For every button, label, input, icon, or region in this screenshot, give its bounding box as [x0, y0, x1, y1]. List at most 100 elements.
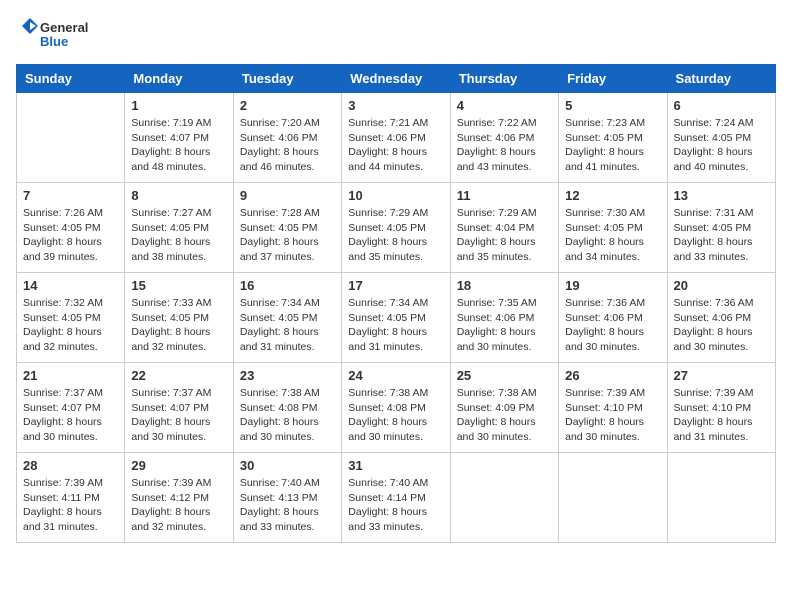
day-number: 14	[23, 278, 118, 293]
day-number: 25	[457, 368, 552, 383]
calendar-cell: 29 Sunrise: 7:39 AMSunset: 4:12 PMDayligh…	[125, 453, 233, 543]
calendar-cell: 30Sunrise: 7:40 AMSunset: 4:13 PMDayligh…	[233, 453, 341, 543]
day-number: 11	[457, 188, 552, 203]
day-number: 24	[348, 368, 443, 383]
calendar-cell: 21Sunrise: 7:37 AMSunset: 4:07 PMDayligh…	[17, 363, 125, 453]
day-info: Sunrise: 7:39 AMSunset: 4:10 PMDaylight:…	[565, 386, 660, 445]
day-info: Sunrise: 7:24 AMSunset: 4:05 PMDaylight:…	[674, 116, 769, 175]
day-info: Sunrise: 7:29 AMSunset: 4:04 PMDaylight:…	[457, 206, 552, 265]
calendar-cell: 8 Sunrise: 7:27 AMSunset: 4:05 PMDaylight…	[125, 183, 233, 273]
calendar-cell: 16 Sunrise: 7:34 AMSunset: 4:05 PMDayligh…	[233, 273, 341, 363]
day-info: Sunrise: 7:32 AMSunset: 4:05 PMDaylight:…	[23, 296, 118, 355]
calendar-cell: 22Sunrise: 7:37 AMSunset: 4:07 PMDayligh…	[125, 363, 233, 453]
day-number: 31	[348, 458, 443, 473]
day-info: Sunrise: 7:39 AMSunset: 4:10 PMDaylight:…	[674, 386, 769, 445]
day-number: 21	[23, 368, 118, 383]
day-info: Sunrise: 7:39 AMSunset: 4:12 PMDaylight:…	[131, 476, 226, 535]
calendar-cell: 13Sunrise: 7:31 AMSunset: 4:05 PMDayligh…	[667, 183, 775, 273]
calendar-cell: 12 Sunrise: 7:30 AMSunset: 4:05 PMDayligh…	[559, 183, 667, 273]
week-row-3: 14 Sunrise: 7:32 AMSunset: 4:05 PMDayligh…	[17, 273, 776, 363]
day-info: Sunrise: 7:21 AMSunset: 4:06 PMDaylight:…	[348, 116, 443, 175]
calendar-cell: 14 Sunrise: 7:32 AMSunset: 4:05 PMDayligh…	[17, 273, 125, 363]
calendar-cell	[559, 453, 667, 543]
day-info: Sunrise: 7:38 AMSunset: 4:08 PMDaylight:…	[348, 386, 443, 445]
weekday-header-saturday: Saturday	[667, 65, 775, 93]
weekday-header-thursday: Thursday	[450, 65, 558, 93]
calendar-cell: 17 Sunrise: 7:34 AMSunset: 4:05 PMDayligh…	[342, 273, 450, 363]
day-number: 23	[240, 368, 335, 383]
day-number: 7	[23, 188, 118, 203]
day-number: 15	[131, 278, 226, 293]
day-number: 8	[131, 188, 226, 203]
calendar-cell: 5Sunrise: 7:23 AMSunset: 4:05 PMDaylight…	[559, 93, 667, 183]
day-number: 1	[131, 98, 226, 113]
day-number: 9	[240, 188, 335, 203]
calendar-table: SundayMondayTuesdayWednesdayThursdayFrid…	[16, 64, 776, 543]
svg-text:General: General	[40, 20, 88, 35]
day-number: 12	[565, 188, 660, 203]
calendar-cell	[450, 453, 558, 543]
day-info: Sunrise: 7:34 AMSunset: 4:05 PMDaylight:…	[240, 296, 335, 355]
svg-text:Blue: Blue	[40, 34, 68, 49]
calendar-cell: 26 Sunrise: 7:39 AMSunset: 4:10 PMDayligh…	[559, 363, 667, 453]
day-info: Sunrise: 7:28 AMSunset: 4:05 PMDaylight:…	[240, 206, 335, 265]
day-number: 26	[565, 368, 660, 383]
page-header: General Blue	[16, 16, 776, 54]
calendar-cell: 11 Sunrise: 7:29 AMSunset: 4:04 PMDayligh…	[450, 183, 558, 273]
day-number: 29	[131, 458, 226, 473]
day-info: Sunrise: 7:34 AMSunset: 4:05 PMDaylight:…	[348, 296, 443, 355]
calendar-cell: 2Sunrise: 7:20 AMSunset: 4:06 PMDaylight…	[233, 93, 341, 183]
day-number: 27	[674, 368, 769, 383]
day-number: 10	[348, 188, 443, 203]
day-number: 20	[674, 278, 769, 293]
calendar-cell: 6 Sunrise: 7:24 AMSunset: 4:05 PMDaylight…	[667, 93, 775, 183]
day-info: Sunrise: 7:36 AMSunset: 4:06 PMDaylight:…	[674, 296, 769, 355]
day-info: Sunrise: 7:20 AMSunset: 4:06 PMDaylight:…	[240, 116, 335, 175]
logo-svg: General Blue	[16, 16, 96, 54]
calendar-cell: 1 Sunrise: 7:19 AMSunset: 4:07 PMDaylight…	[125, 93, 233, 183]
day-number: 16	[240, 278, 335, 293]
weekday-header-friday: Friday	[559, 65, 667, 93]
day-number: 13	[674, 188, 769, 203]
calendar-cell: 3 Sunrise: 7:21 AMSunset: 4:06 PMDaylight…	[342, 93, 450, 183]
weekday-header-sunday: Sunday	[17, 65, 125, 93]
day-number: 22	[131, 368, 226, 383]
day-number: 18	[457, 278, 552, 293]
day-info: Sunrise: 7:27 AMSunset: 4:05 PMDaylight:…	[131, 206, 226, 265]
week-row-5: 28Sunrise: 7:39 AMSunset: 4:11 PMDayligh…	[17, 453, 776, 543]
day-info: Sunrise: 7:29 AMSunset: 4:05 PMDaylight:…	[348, 206, 443, 265]
day-info: Sunrise: 7:19 AMSunset: 4:07 PMDaylight:…	[131, 116, 226, 175]
calendar-cell: 31Sunrise: 7:40 AMSunset: 4:14 PMDayligh…	[342, 453, 450, 543]
day-number: 28	[23, 458, 118, 473]
day-info: Sunrise: 7:30 AMSunset: 4:05 PMDaylight:…	[565, 206, 660, 265]
calendar-cell: 28Sunrise: 7:39 AMSunset: 4:11 PMDayligh…	[17, 453, 125, 543]
day-info: Sunrise: 7:40 AMSunset: 4:13 PMDaylight:…	[240, 476, 335, 535]
logo: General Blue	[16, 16, 96, 54]
day-info: Sunrise: 7:38 AMSunset: 4:09 PMDaylight:…	[457, 386, 552, 445]
calendar-cell	[17, 93, 125, 183]
day-number: 4	[457, 98, 552, 113]
calendar-cell: 18 Sunrise: 7:35 AMSunset: 4:06 PMDayligh…	[450, 273, 558, 363]
calendar-cell: 23 Sunrise: 7:38 AMSunset: 4:08 PMDayligh…	[233, 363, 341, 453]
weekday-header-tuesday: Tuesday	[233, 65, 341, 93]
week-row-4: 21Sunrise: 7:37 AMSunset: 4:07 PMDayligh…	[17, 363, 776, 453]
calendar-cell: 4 Sunrise: 7:22 AMSunset: 4:06 PMDaylight…	[450, 93, 558, 183]
calendar-cell: 15Sunrise: 7:33 AMSunset: 4:05 PMDayligh…	[125, 273, 233, 363]
calendar-cell: 10 Sunrise: 7:29 AMSunset: 4:05 PMDayligh…	[342, 183, 450, 273]
calendar-cell: 25 Sunrise: 7:38 AMSunset: 4:09 PMDayligh…	[450, 363, 558, 453]
calendar-cell: 20 Sunrise: 7:36 AMSunset: 4:06 PMDayligh…	[667, 273, 775, 363]
day-number: 6	[674, 98, 769, 113]
day-info: Sunrise: 7:35 AMSunset: 4:06 PMDaylight:…	[457, 296, 552, 355]
week-row-1: 1 Sunrise: 7:19 AMSunset: 4:07 PMDaylight…	[17, 93, 776, 183]
day-number: 19	[565, 278, 660, 293]
day-number: 3	[348, 98, 443, 113]
week-row-2: 7 Sunrise: 7:26 AMSunset: 4:05 PMDaylight…	[17, 183, 776, 273]
weekday-header-row: SundayMondayTuesdayWednesdayThursdayFrid…	[17, 65, 776, 93]
day-info: Sunrise: 7:22 AMSunset: 4:06 PMDaylight:…	[457, 116, 552, 175]
day-info: Sunrise: 7:38 AMSunset: 4:08 PMDaylight:…	[240, 386, 335, 445]
day-number: 17	[348, 278, 443, 293]
weekday-header-monday: Monday	[125, 65, 233, 93]
day-number: 5	[565, 98, 660, 113]
calendar-cell	[667, 453, 775, 543]
day-info: Sunrise: 7:26 AMSunset: 4:05 PMDaylight:…	[23, 206, 118, 265]
